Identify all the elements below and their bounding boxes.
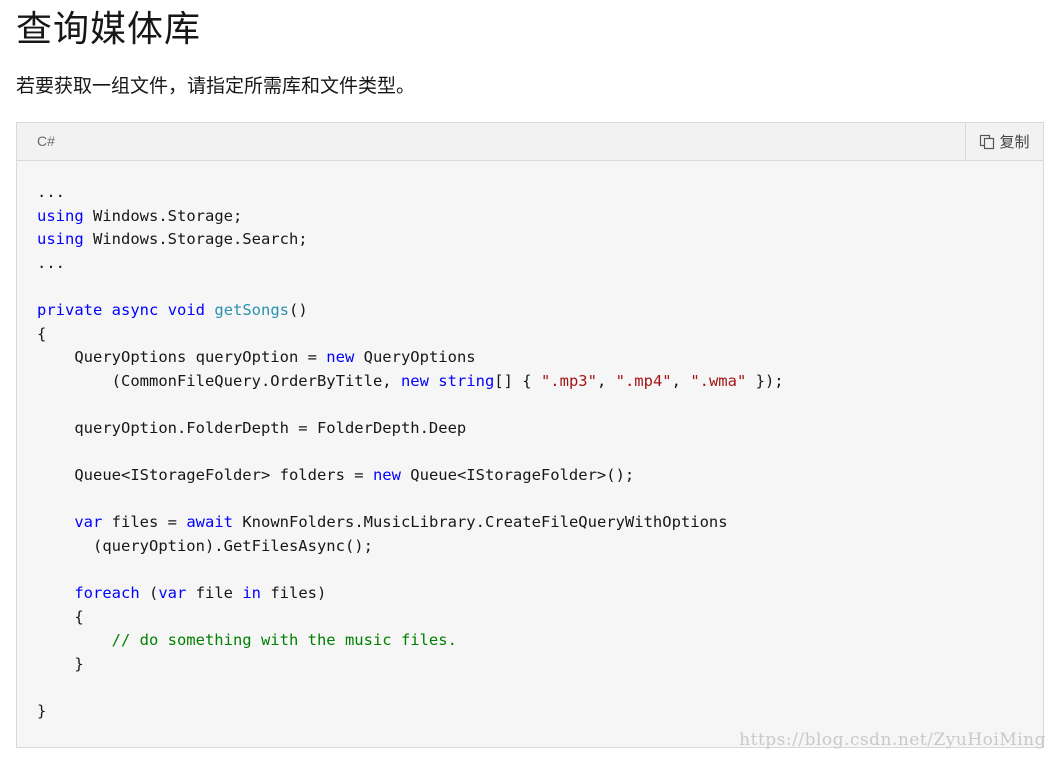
copy-label: 复制 xyxy=(999,133,1030,151)
code-token: } xyxy=(37,654,84,673)
page-title: 查询媒体库 xyxy=(16,9,202,50)
code-token: new xyxy=(326,348,355,367)
code-line: Queue<IStorageFolder> folders = new Queu… xyxy=(37,464,1023,488)
code-token: foreach xyxy=(74,584,140,603)
code-token: () xyxy=(289,300,308,319)
code-token: new xyxy=(400,371,429,390)
code-line: private async void getSongs() xyxy=(37,299,1023,323)
code-content[interactable]: ... using Windows.Storage; using Windows.S… xyxy=(17,161,1043,724)
code-line: } xyxy=(37,700,1023,724)
code-token: , xyxy=(671,371,691,390)
code-token: await xyxy=(186,513,233,532)
code-token: { xyxy=(37,324,47,343)
code-token: (CommonFileQuery.OrderByTitle, xyxy=(37,371,401,390)
code-token: [] { xyxy=(494,371,541,390)
code-token: files) xyxy=(261,584,327,603)
code-line: ​ xyxy=(37,676,1023,700)
code-token: ... xyxy=(37,253,65,272)
code-token: files = xyxy=(102,513,187,532)
code-token: string xyxy=(438,371,495,390)
code-line: QueryOptions queryOption = new QueryOpti… xyxy=(37,346,1023,370)
code-token: Queue<IStorageFolder>(); xyxy=(400,466,635,485)
language-label: C# xyxy=(37,133,55,149)
code-token: { xyxy=(37,607,84,626)
code-token: Windows.Storage.Search; xyxy=(83,230,308,249)
code-token: ... xyxy=(37,183,65,201)
code-line: using Windows.Storage.Search; xyxy=(37,228,1023,252)
code-token: in xyxy=(242,584,261,603)
code-token: async xyxy=(111,300,159,319)
code-token: ( xyxy=(139,584,159,603)
code-line: { xyxy=(37,323,1023,347)
code-line: // do something with the music files. xyxy=(37,629,1023,653)
code-line: foreach (var file in files) xyxy=(37,582,1023,606)
code-token: private xyxy=(37,300,103,319)
code-line: ... xyxy=(37,252,1023,276)
code-token: void xyxy=(167,300,206,319)
code-token: new xyxy=(372,466,401,485)
code-token: file xyxy=(186,584,243,603)
code-token: queryOption.FolderDepth = FolderDepth.De… xyxy=(37,418,467,437)
code-token: ".wma" xyxy=(690,371,747,390)
code-token: using xyxy=(37,230,84,249)
code-token: KnownFolders.MusicLibrary.CreateFileQuer… xyxy=(233,513,728,532)
code-token: var xyxy=(74,513,103,532)
code-token: Windows.Storage; xyxy=(83,206,243,225)
code-block: C# 复制 ... using Windows.Storage; using Win… xyxy=(16,122,1044,748)
code-line: ... xyxy=(37,181,1023,205)
code-line: ​ xyxy=(37,393,1023,417)
code-token: }); xyxy=(746,371,784,390)
code-token: , xyxy=(596,371,616,390)
code-line: queryOption.FolderDepth = FolderDepth.De… xyxy=(37,417,1023,441)
code-line: (CommonFileQuery.OrderByTitle, new strin… xyxy=(37,370,1023,394)
copy-icon xyxy=(979,134,995,150)
code-token: using xyxy=(37,206,84,225)
code-header: C# 复制 xyxy=(17,123,1043,161)
code-line: ​ xyxy=(37,488,1023,512)
code-token: var xyxy=(158,584,187,603)
code-token: QueryOptions queryOption = xyxy=(37,348,327,367)
code-token: // do something with the music files. xyxy=(111,631,457,650)
code-line: ​ xyxy=(37,559,1023,583)
code-line: } xyxy=(37,653,1023,677)
code-token: ".mp4" xyxy=(615,371,672,390)
code-line: { xyxy=(37,606,1023,630)
copy-button[interactable]: 复制 xyxy=(965,123,1043,160)
code-line: var files = await KnownFolders.MusicLibr… xyxy=(37,511,1023,535)
code-token: ".mp3" xyxy=(540,371,597,390)
code-token: getSongs xyxy=(214,300,290,319)
intro-text: 若要获取一组文件，请指定所需库和文件类型。 xyxy=(16,75,416,97)
code-line: ​ xyxy=(37,275,1023,299)
code-token: } xyxy=(37,702,47,721)
code-line: (queryOption).GetFilesAsync(); xyxy=(37,535,1023,559)
code-line: using Windows.Storage; xyxy=(37,205,1023,229)
watermark: https://blog.csdn.net/ZyuHoiMing xyxy=(739,730,1046,750)
code-line: ​ xyxy=(37,441,1023,465)
code-token: (queryOption).GetFilesAsync(); xyxy=(37,536,373,555)
code-token: Queue<IStorageFolder> folders = xyxy=(37,466,373,485)
code-token: QueryOptions xyxy=(354,348,476,367)
